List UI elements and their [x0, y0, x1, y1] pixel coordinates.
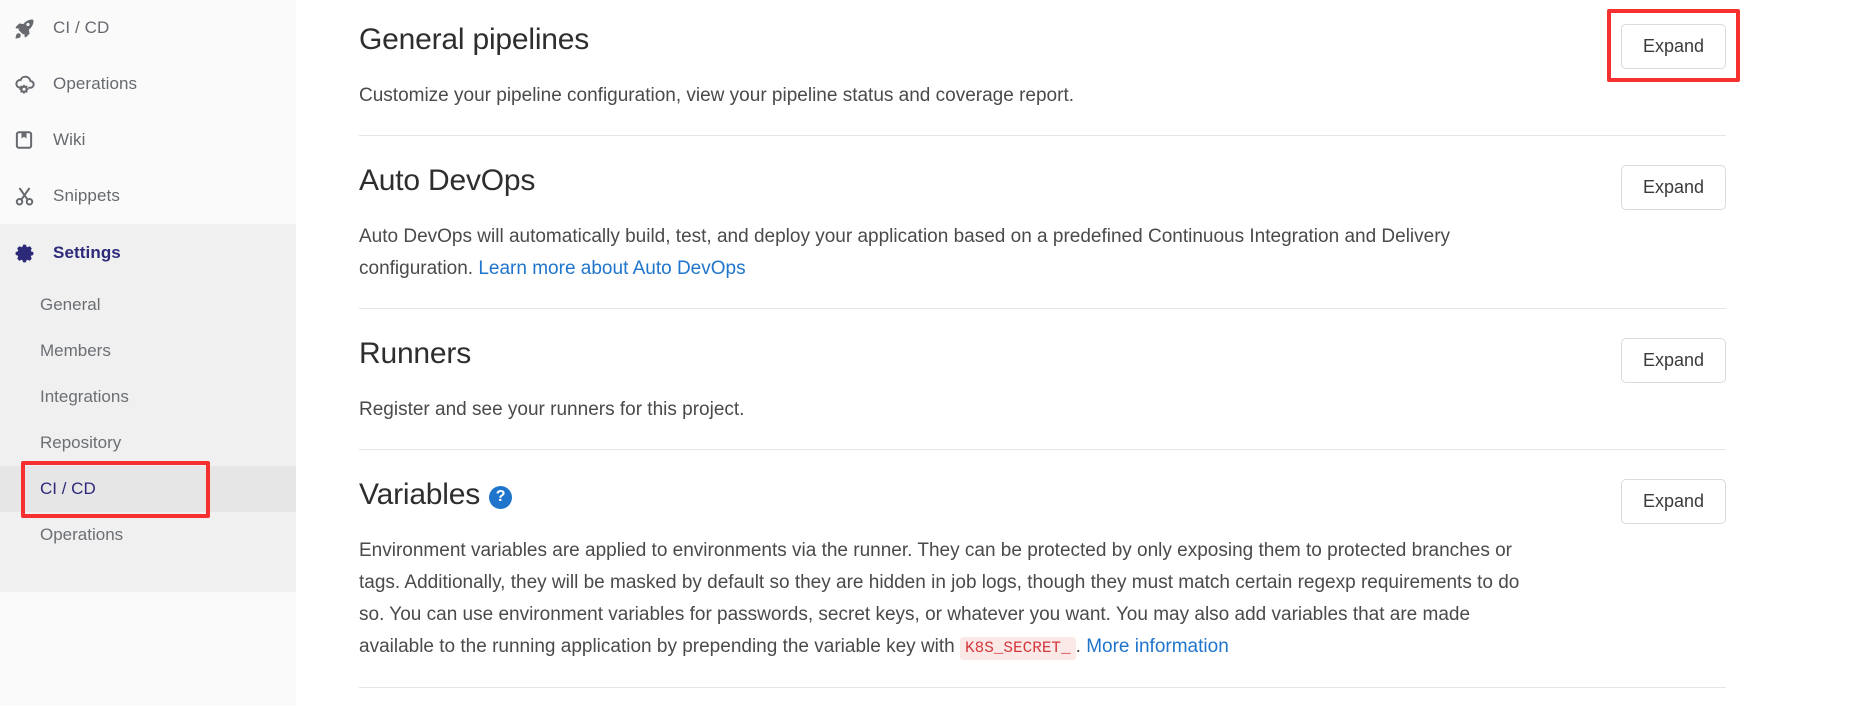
- k8s-secret-code: K8S_SECRET_: [960, 637, 1076, 660]
- expand-button-general-pipelines[interactable]: Expand: [1621, 24, 1726, 69]
- sidebar-item-settings[interactable]: Settings: [0, 224, 296, 282]
- section-title-variables: Variables?: [359, 477, 512, 513]
- section-runners: Runners Expand Register and see your run…: [359, 309, 1726, 450]
- sidebar-item-label: Operations: [53, 74, 137, 94]
- sidebar-item-snippets[interactable]: Snippets: [0, 168, 296, 224]
- section-header: Variables? Expand: [359, 477, 1726, 524]
- more-information-link[interactable]: More information: [1086, 636, 1229, 657]
- section-header: Auto DevOps Expand: [359, 163, 1726, 210]
- section-header: Runners Expand: [359, 336, 1726, 383]
- gitlab-cicd-settings-page: CI / CD Operations: [0, 0, 1861, 706]
- section-title-general-pipelines: General pipelines: [359, 22, 589, 58]
- expand-button-wrapper: Expand: [1621, 477, 1726, 524]
- sidebar-item-integrations[interactable]: Integrations: [0, 374, 296, 420]
- sidebar-settings-group: Settings General Members Integrations Re…: [0, 224, 296, 592]
- expand-button-wrapper: Expand: [1621, 336, 1726, 383]
- variables-title-text: Variables: [359, 477, 480, 513]
- sidebar-item-wiki[interactable]: Wiki: [0, 112, 296, 168]
- sidebar-item-label: Settings: [53, 243, 121, 263]
- sidebar-subitem-label: General: [40, 295, 100, 315]
- sidebar-footer-space: [0, 592, 296, 622]
- sidebar-subitem-label: Operations: [40, 525, 123, 545]
- section-description-variables: Environment variables are applied to env…: [359, 535, 1539, 664]
- section-header: General pipelines Expand: [359, 22, 1726, 69]
- sidebar-item-ci-cd[interactable]: CI / CD: [0, 0, 296, 56]
- sidebar-item-settings-ci-cd[interactable]: CI / CD: [0, 466, 296, 512]
- sidebar-item-general[interactable]: General: [0, 282, 296, 328]
- expand-button-runners[interactable]: Expand: [1621, 338, 1726, 383]
- section-title-auto-devops: Auto DevOps: [359, 163, 535, 199]
- sidebar-item-label: Wiki: [53, 130, 86, 150]
- section-variables: Variables? Expand Environment variables …: [359, 450, 1726, 688]
- section-general-pipelines: General pipelines Expand Customize your …: [359, 0, 1726, 136]
- expand-button-variables[interactable]: Expand: [1621, 479, 1726, 524]
- sidebar-group-tail: [0, 558, 296, 592]
- expand-button-wrapper: Expand: [1621, 163, 1726, 210]
- section-description-runners: Register and see your runners for this p…: [359, 394, 1539, 426]
- sidebar-nav-top: CI / CD Operations: [0, 0, 296, 224]
- cloud-gear-icon: [14, 73, 44, 95]
- sidebar-item-repository[interactable]: Repository: [0, 420, 296, 466]
- expand-button-wrapper: Expand: [1621, 22, 1726, 69]
- sidebar-item-operations[interactable]: Operations: [0, 56, 296, 112]
- section-title-runners: Runners: [359, 336, 471, 372]
- rocket-icon: [14, 17, 44, 39]
- gear-icon: [14, 242, 44, 264]
- project-sidebar: CI / CD Operations: [0, 0, 296, 706]
- sidebar-subitem-label: Members: [40, 341, 111, 361]
- scissors-icon: [14, 185, 44, 207]
- sidebar-subitem-label: Repository: [40, 433, 121, 453]
- sidebar-subitem-label: CI / CD: [40, 479, 96, 499]
- sidebar-item-settings-operations[interactable]: Operations: [0, 512, 296, 558]
- expand-button-auto-devops[interactable]: Expand: [1621, 165, 1726, 210]
- section-description-auto-devops: Auto DevOps will automatically build, te…: [359, 221, 1539, 285]
- sidebar-item-label: CI / CD: [53, 18, 109, 38]
- book-icon: [14, 129, 44, 151]
- sidebar-item-label: Snippets: [53, 186, 120, 206]
- sidebar-item-members[interactable]: Members: [0, 328, 296, 374]
- variables-desc-text: Environment variables are applied to env…: [359, 540, 1519, 657]
- settings-main-content: General pipelines Expand Customize your …: [296, 0, 1861, 706]
- section-auto-devops: Auto DevOps Expand Auto DevOps will auto…: [359, 136, 1726, 309]
- variables-desc-text-2: .: [1076, 636, 1087, 657]
- question-circle-icon[interactable]: ?: [489, 486, 512, 509]
- section-description-general-pipelines: Customize your pipeline configuration, v…: [359, 80, 1539, 112]
- learn-more-auto-devops-link[interactable]: Learn more about Auto DevOps: [478, 258, 745, 279]
- sidebar-subitem-label: Integrations: [40, 387, 129, 407]
